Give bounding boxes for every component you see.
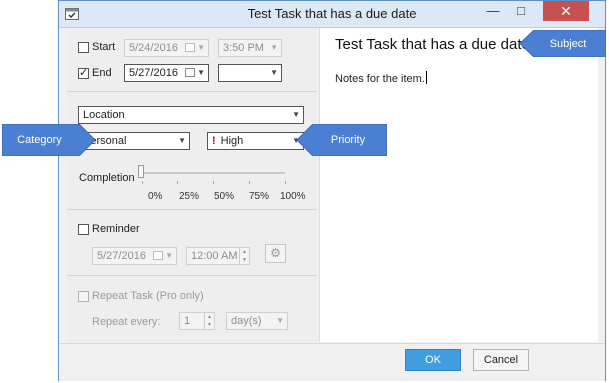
end-time-field[interactable]: ▼ bbox=[218, 64, 282, 82]
reminder-date-field[interactable]: 5/27/2016 ▼ bbox=[92, 247, 177, 265]
properties-pane: Start 5/24/2016 ▼ 3:50 PM ▼ End 5/27/201… bbox=[67, 28, 317, 342]
chevron-down-icon[interactable]: ▼ bbox=[270, 40, 278, 56]
chevron-down-icon[interactable]: ▼ bbox=[276, 313, 284, 329]
completion-tick-label: 50% bbox=[214, 191, 235, 202]
calendar-icon[interactable] bbox=[185, 43, 195, 52]
repeat-every-label: Repeat every: bbox=[92, 316, 161, 328]
completion-tick-label: 75% bbox=[249, 191, 270, 202]
start-time-value: 3:50 PM bbox=[223, 42, 264, 54]
category-callout-label: Category bbox=[17, 134, 62, 146]
completion-label: Completion bbox=[79, 172, 135, 184]
chevron-down-icon[interactable]: ▼ bbox=[197, 65, 205, 81]
category-callout: Category bbox=[2, 124, 95, 156]
priority-high-icon: ! bbox=[212, 135, 216, 147]
minimize-button[interactable]: — bbox=[480, 3, 506, 23]
subject-callout: Subject bbox=[520, 30, 606, 57]
calendar-icon[interactable] bbox=[153, 251, 163, 260]
interval-spinner[interactable]: ▲ ▼ bbox=[204, 313, 214, 329]
start-label: Start bbox=[92, 41, 116, 53]
end-date-field[interactable]: 5/27/2016 ▼ bbox=[124, 64, 209, 82]
details-pane: Test Task that has a due date Notes for … bbox=[319, 28, 598, 342]
chevron-down-icon[interactable]: ▼ bbox=[270, 65, 278, 81]
completion-tick-label: 100% bbox=[280, 191, 306, 202]
priority-callout-label: Priority bbox=[330, 134, 366, 146]
priority-callout: Priority bbox=[297, 124, 387, 156]
task-dialog: Test Task that has a due date — □ ✕ Star… bbox=[58, 0, 606, 381]
priority-value: High bbox=[220, 135, 244, 147]
chevron-down-icon[interactable]: ▼ bbox=[165, 248, 173, 264]
chevron-down-icon[interactable]: ▼ bbox=[292, 107, 300, 123]
completion-tick-label: 0% bbox=[148, 191, 163, 202]
start-date-field[interactable]: 5/24/2016 ▼ bbox=[124, 39, 209, 57]
slider-tick bbox=[177, 181, 178, 184]
cancel-button[interactable]: Cancel bbox=[473, 349, 529, 371]
completion-slider-thumb[interactable] bbox=[138, 165, 144, 178]
divider bbox=[67, 91, 317, 92]
chevron-down-icon[interactable]: ▼ bbox=[178, 133, 186, 149]
slider-tick bbox=[249, 181, 250, 184]
slider-tick bbox=[142, 181, 143, 184]
start-time-field[interactable]: 3:50 PM ▼ bbox=[218, 39, 282, 57]
location-value: Location bbox=[83, 109, 125, 121]
completion-tick-label: 25% bbox=[179, 191, 200, 202]
dialog-footer: OK Cancel bbox=[59, 343, 605, 381]
divider bbox=[67, 275, 317, 276]
close-button[interactable]: ✕ bbox=[543, 1, 589, 21]
reminder-time-value: 12:00 AM bbox=[191, 250, 238, 262]
repeat-checkbox[interactable] bbox=[78, 291, 89, 302]
notes-field[interactable]: Notes for the item. bbox=[335, 71, 427, 85]
reminder-date-value: 5/27/2016 bbox=[97, 250, 146, 262]
gear-icon: ⚙ bbox=[270, 246, 281, 260]
repeat-unit-value: day(s) bbox=[231, 315, 262, 327]
repeat-interval-stepper[interactable]: 1 ▲ ▼ bbox=[179, 312, 215, 330]
reminder-settings-button[interactable]: ⚙ bbox=[265, 244, 286, 263]
reminder-checkbox[interactable] bbox=[78, 224, 89, 235]
title-bar: Test Task that has a due date — □ ✕ bbox=[59, 1, 605, 28]
maximize-button[interactable]: □ bbox=[508, 3, 534, 23]
notes-text: Notes for the item. bbox=[335, 73, 425, 85]
priority-dropdown[interactable]: ! High ▼ bbox=[207, 132, 304, 150]
repeat-interval-value: 1 bbox=[184, 315, 191, 327]
divider bbox=[67, 209, 317, 210]
subject-callout-label: Subject bbox=[549, 37, 587, 50]
end-checkbox[interactable] bbox=[78, 66, 89, 79]
location-dropdown[interactable]: Location ▼ bbox=[78, 106, 304, 124]
chevron-down-icon[interactable]: ▼ bbox=[197, 40, 205, 56]
slider-tick bbox=[213, 181, 214, 184]
repeat-label: Repeat Task (Pro only) bbox=[92, 290, 204, 302]
slider-tick bbox=[285, 181, 286, 184]
reminder-time-field[interactable]: 12:00 AM ▲ ▼ bbox=[186, 247, 250, 265]
start-checkbox[interactable] bbox=[78, 42, 89, 53]
subject-field[interactable]: Test Task that has a due date bbox=[335, 36, 530, 53]
reminder-label: Reminder bbox=[92, 223, 140, 235]
end-date-value: 5/27/2016 bbox=[129, 67, 178, 79]
ok-button[interactable]: OK bbox=[405, 349, 461, 371]
time-spinner[interactable]: ▲ ▼ bbox=[239, 248, 249, 264]
repeat-unit-dropdown[interactable]: day(s) ▼ bbox=[226, 312, 288, 330]
calendar-icon[interactable] bbox=[185, 68, 195, 77]
text-caret bbox=[425, 71, 427, 84]
start-date-value: 5/24/2016 bbox=[129, 42, 178, 54]
end-label: End bbox=[92, 67, 112, 79]
completion-slider-track[interactable] bbox=[142, 172, 285, 174]
